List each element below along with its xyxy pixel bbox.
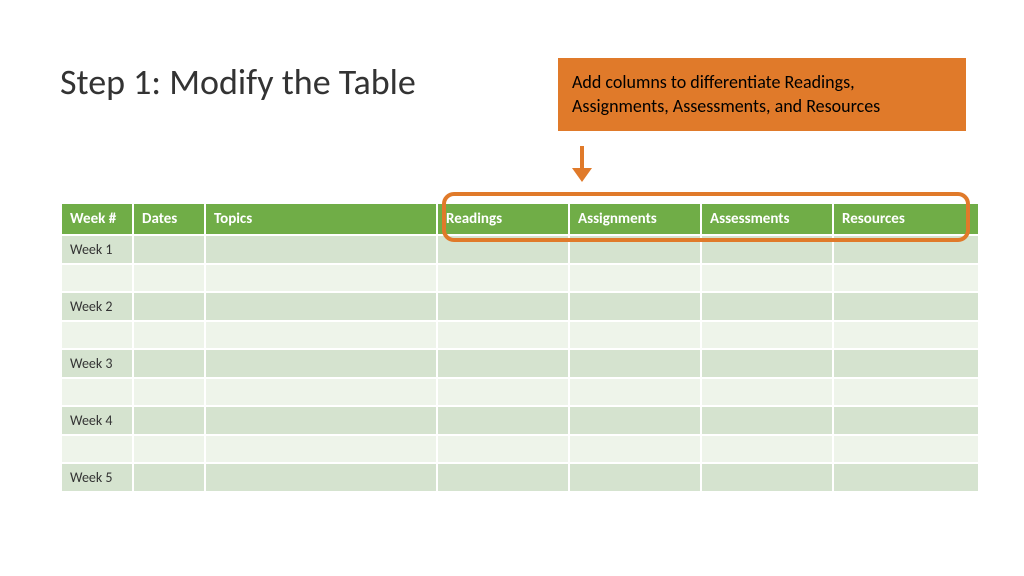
schedule-table-container: Week # Dates Topics Readings Assignments… — [60, 202, 964, 493]
table-row: Week 5 — [62, 464, 978, 491]
cell-dates — [134, 236, 204, 263]
table-row: Week 3 — [62, 350, 978, 377]
callout-text: Add columns to differentiate Readings, A… — [572, 71, 880, 117]
header-readings: Readings — [438, 204, 568, 234]
table-row — [62, 379, 978, 405]
cell-week: Week 3 — [62, 350, 132, 377]
header-topics: Topics — [206, 204, 436, 234]
cell-week: Week 4 — [62, 407, 132, 434]
cell-week — [62, 265, 132, 291]
slide-title: Step 1: Modify the Table — [60, 60, 416, 104]
table-row: Week 1 — [62, 236, 978, 263]
callout-box: Add columns to differentiate Readings, A… — [558, 58, 966, 131]
header-resources: Resources — [834, 204, 978, 234]
table-row — [62, 436, 978, 462]
header-assessments: Assessments — [702, 204, 832, 234]
header-week: Week # — [62, 204, 132, 234]
table-row: Week 2 — [62, 293, 978, 320]
cell-assessments — [702, 236, 832, 263]
cell-assignments — [570, 236, 700, 263]
header-dates: Dates — [134, 204, 204, 234]
schedule-table: Week # Dates Topics Readings Assignments… — [60, 202, 980, 493]
cell-week: Week 1 — [62, 236, 132, 263]
cell-week: Week 5 — [62, 464, 132, 491]
cell-topics — [206, 236, 436, 263]
table-header-row: Week # Dates Topics Readings Assignments… — [62, 204, 978, 234]
cell-week — [62, 322, 132, 348]
table-row — [62, 322, 978, 348]
table-row — [62, 265, 978, 291]
cell-readings — [438, 236, 568, 263]
cell-resources — [834, 236, 978, 263]
header-assignments: Assignments — [570, 204, 700, 234]
cell-week — [62, 379, 132, 405]
cell-week — [62, 436, 132, 462]
table-row: Week 4 — [62, 407, 978, 434]
callout-arrow-icon — [576, 146, 588, 182]
cell-week: Week 2 — [62, 293, 132, 320]
